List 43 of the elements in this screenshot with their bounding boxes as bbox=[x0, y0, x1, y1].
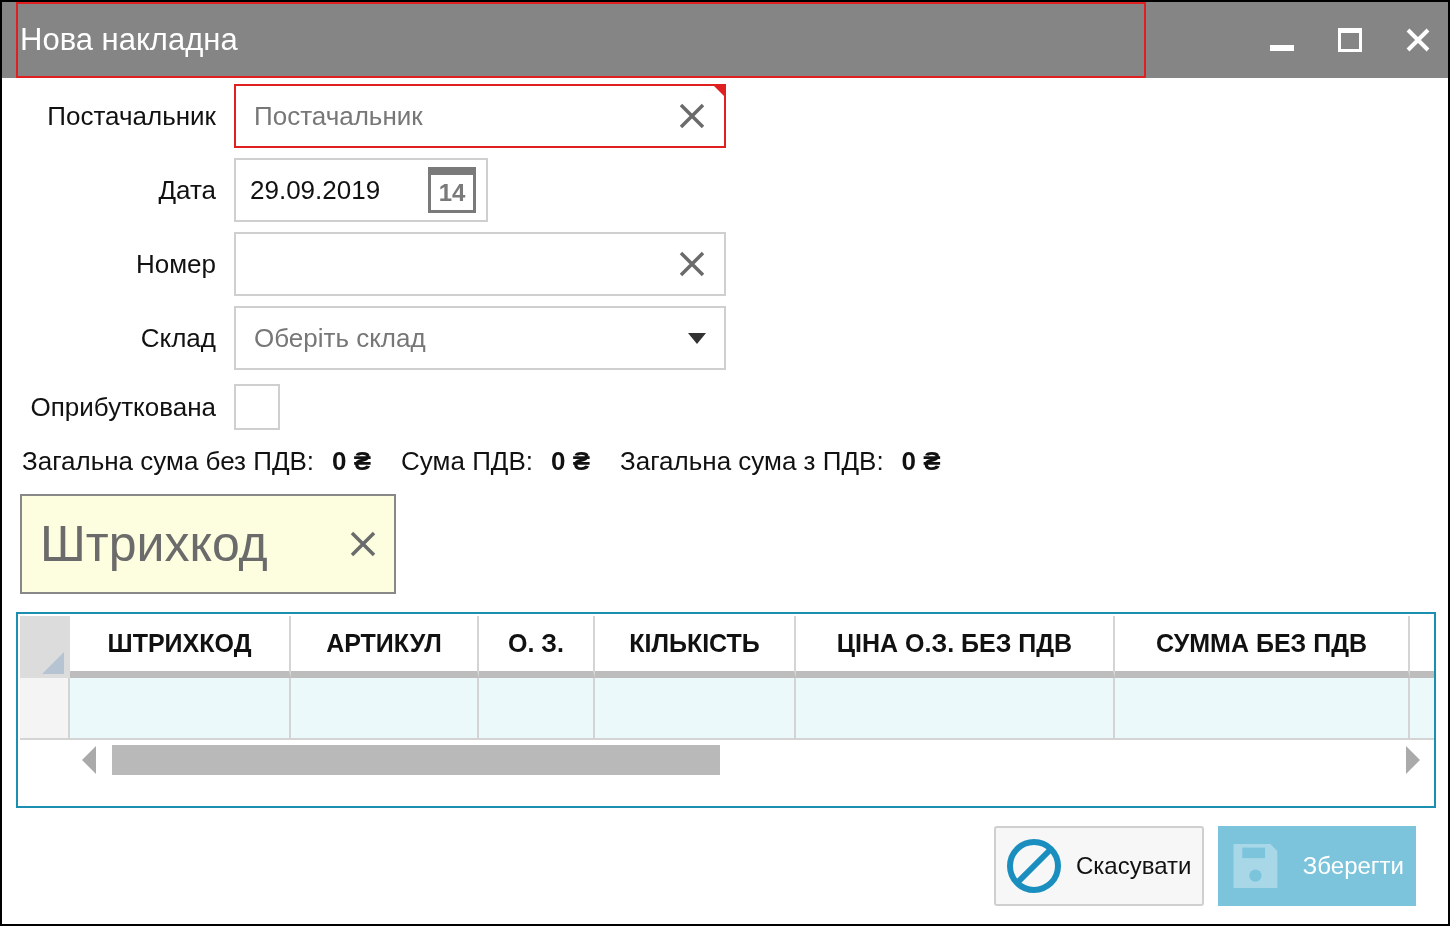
field-label: Постачальник bbox=[46, 99, 217, 133]
select-all-corner[interactable] bbox=[20, 616, 70, 678]
table-cell[interactable] bbox=[291, 678, 479, 738]
table-cell[interactable] bbox=[796, 678, 1115, 738]
table-cell[interactable] bbox=[1410, 678, 1434, 738]
maximize-icon[interactable] bbox=[1338, 28, 1362, 52]
text-input[interactable]: Постачальник bbox=[254, 96, 678, 136]
total-label: Загальна сума без ПДВ: bbox=[22, 444, 315, 478]
table-cell[interactable] bbox=[595, 678, 796, 738]
caret-icon bbox=[688, 332, 706, 344]
total-label: Сума ПДВ: bbox=[401, 444, 533, 478]
total-label: Загальна сума з ПДВ: bbox=[620, 444, 884, 478]
scroll-right-icon[interactable] bbox=[1406, 746, 1420, 774]
row-header[interactable] bbox=[20, 678, 70, 738]
field-label: Склад bbox=[139, 321, 217, 355]
scroll-left-icon[interactable] bbox=[82, 746, 96, 774]
window-title: Нова накладна bbox=[16, 2, 1146, 78]
text-field[interactable]: Постачальник bbox=[234, 84, 726, 148]
table-cell[interactable] bbox=[479, 678, 595, 738]
error-corner-icon bbox=[712, 84, 726, 98]
date-field[interactable]: 29.09.2019 14 bbox=[234, 158, 488, 222]
clear-icon[interactable] bbox=[350, 531, 376, 557]
field-label: Оприбуткована bbox=[29, 390, 217, 424]
barcode-input[interactable]: Штрихкод bbox=[40, 506, 350, 582]
prohibited-icon bbox=[1006, 838, 1062, 894]
clear-icon[interactable] bbox=[678, 102, 706, 130]
close-icon[interactable] bbox=[1406, 28, 1430, 52]
corner-triangle-icon bbox=[42, 652, 64, 674]
table-cell[interactable] bbox=[1115, 678, 1410, 738]
field-label: Номер bbox=[134, 247, 217, 281]
scrollbar-thumb[interactable] bbox=[112, 745, 720, 775]
barcode-field[interactable]: Штрихкод bbox=[20, 494, 396, 594]
cancel-button[interactable]: Скасувати bbox=[994, 826, 1204, 906]
total-value: 0 ₴ bbox=[901, 444, 941, 478]
checkbox[interactable] bbox=[234, 384, 280, 430]
date-value: 29.09.2019 bbox=[250, 173, 382, 207]
calendar-icon[interactable]: 14 bbox=[428, 167, 476, 213]
total-value: 0 ₴ bbox=[551, 444, 591, 478]
field-label: Дата bbox=[157, 173, 217, 207]
total-value: 0 ₴ bbox=[332, 444, 372, 478]
clear-icon[interactable] bbox=[678, 250, 706, 278]
table-cell[interactable] bbox=[70, 678, 291, 738]
warehouse-dropdown[interactable]: Оберіть склад bbox=[234, 306, 726, 370]
